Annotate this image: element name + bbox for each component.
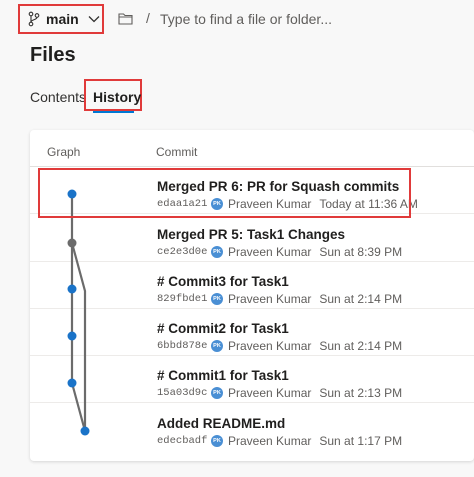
commit-author: Praveen Kumar (228, 339, 312, 353)
tab-history[interactable]: History (93, 89, 141, 107)
graph-node (67, 238, 77, 248)
commit-hash[interactable]: 15a03d9c (157, 387, 211, 399)
branch-selector[interactable]: main (18, 4, 104, 34)
commit-author: Praveen Kumar (228, 434, 312, 448)
commit-author: Praveen Kumar (228, 292, 312, 306)
commit-meta: edaa1a21 PK Praveen Kumar Today at 11:36… (157, 197, 418, 211)
commit-time: Sun at 2:14 PM (319, 292, 403, 306)
commit-hash[interactable]: edecbadf (157, 435, 211, 447)
commit-meta: 829fbde1 PK Praveen Kumar Sun at 2:14 PM (157, 292, 402, 306)
file-search-input[interactable] (160, 8, 460, 30)
graph-edge-main (70, 194, 87, 432)
commit-hash[interactable]: 6bbd878e (157, 340, 211, 352)
tab-contents[interactable]: Contents (30, 89, 86, 107)
graph-node (67, 378, 77, 388)
branch-name: main (46, 11, 79, 27)
graph-node (67, 284, 77, 294)
avatar: PK (211, 387, 223, 399)
graph-node (80, 426, 90, 436)
commit-author: Praveen Kumar (228, 386, 312, 400)
commit-message[interactable]: Merged PR 6: PR for Squash commits (157, 179, 399, 194)
commit-meta: edecbadf PK Praveen Kumar Sun at 1:17 PM (157, 434, 402, 448)
commit-author: Praveen Kumar (228, 197, 312, 211)
commit-meta: 15a03d9c PK Praveen Kumar Sun at 2:13 PM (157, 386, 402, 400)
commit-graph (67, 189, 90, 436)
avatar: PK (211, 293, 223, 305)
graph-node (67, 189, 77, 199)
commit-message[interactable]: Added README.md (157, 416, 285, 431)
graph-node (67, 331, 77, 341)
commit-message[interactable]: # Commit3 for Task1 (157, 274, 289, 289)
commit-time: Today at 11:36 AM (319, 197, 418, 211)
git-branch-icon (28, 11, 40, 27)
commit-meta: ce2e3d0e PK Praveen Kumar Sun at 8:39 PM (157, 245, 402, 259)
avatar: PK (211, 340, 223, 352)
chevron-down-icon (88, 16, 100, 23)
commit-hash[interactable]: ce2e3d0e (157, 246, 211, 258)
commit-message[interactable]: # Commit2 for Task1 (157, 321, 289, 336)
commit-hash[interactable]: edaa1a21 (157, 198, 211, 210)
top-bar: main / (0, 0, 474, 40)
column-header-commit: Commit (156, 145, 198, 159)
commit-time: Sun at 8:39 PM (319, 245, 403, 259)
commit-time: Sun at 2:14 PM (319, 339, 403, 353)
folder-icon (118, 13, 133, 25)
commit-hash[interactable]: 829fbde1 (157, 293, 211, 305)
path-separator: / (146, 10, 150, 26)
commit-time: Sun at 2:13 PM (319, 386, 403, 400)
commit-time: Sun at 1:17 PM (319, 434, 403, 448)
commit-message[interactable]: # Commit1 for Task1 (157, 368, 289, 383)
commit-meta: 6bbd878e PK Praveen Kumar Sun at 2:14 PM (157, 339, 402, 353)
commit-message[interactable]: Merged PR 5: Task1 Changes (157, 227, 345, 242)
commit-author: Praveen Kumar (228, 245, 312, 259)
avatar: PK (211, 246, 223, 258)
page-title: Files (30, 44, 76, 66)
column-header-graph: Graph (47, 145, 81, 159)
selected-tab-indicator (93, 111, 134, 113)
avatar: PK (211, 198, 223, 210)
avatar: PK (211, 435, 223, 447)
